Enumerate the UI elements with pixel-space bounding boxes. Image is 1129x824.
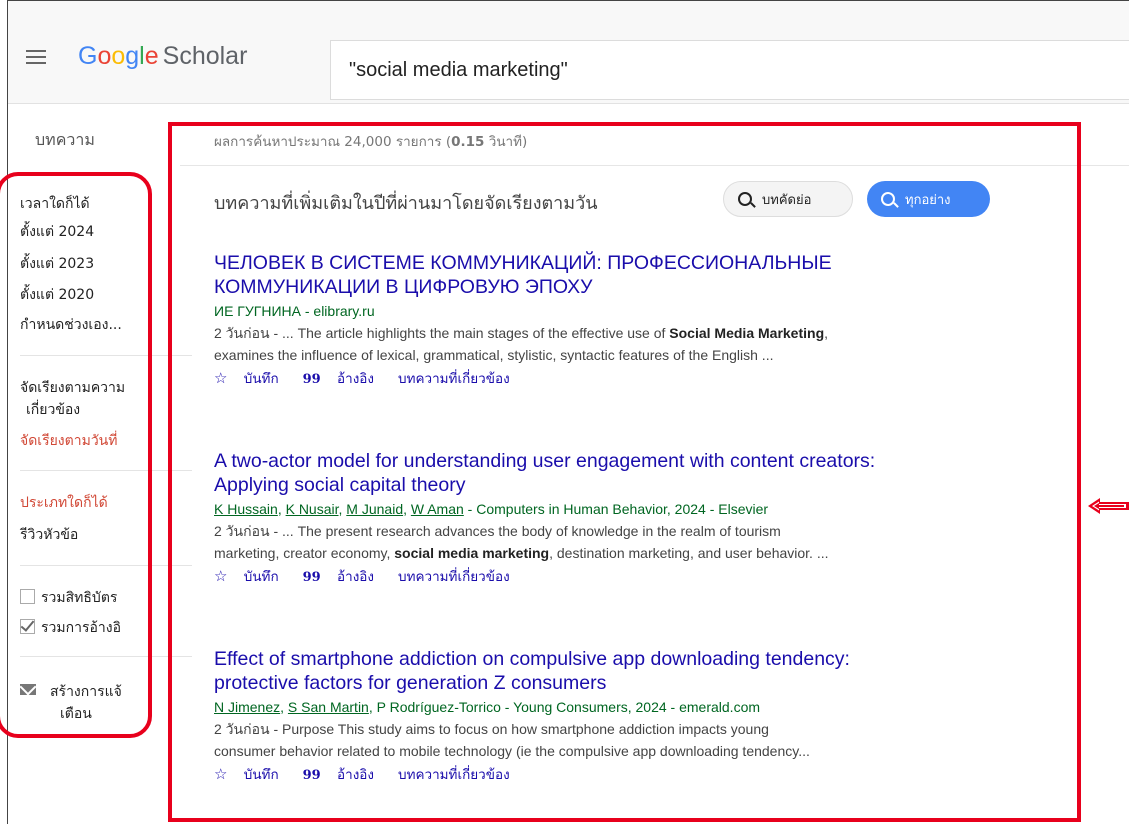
google-scholar-logo[interactable]: Google Scholar (78, 42, 247, 71)
search-box (330, 40, 1129, 100)
annotation-outline-results (168, 122, 1081, 822)
search-input[interactable] (347, 41, 1051, 99)
annotation-outline-sidebar (0, 172, 152, 738)
annotation-arrow-icon (1088, 498, 1129, 514)
hamburger-menu-icon[interactable] (26, 50, 46, 64)
sidebar-heading-articles[interactable]: บทความ (35, 128, 95, 153)
